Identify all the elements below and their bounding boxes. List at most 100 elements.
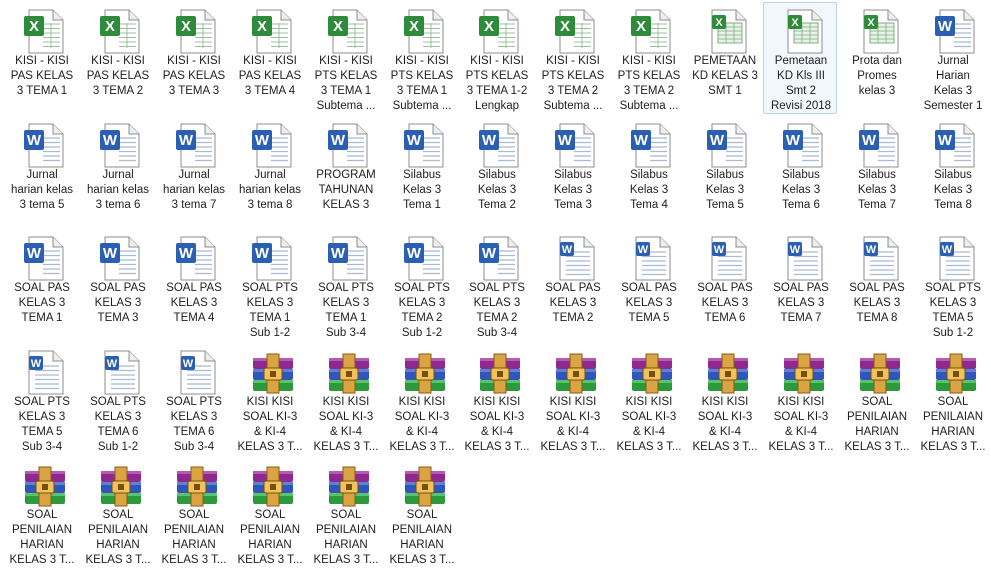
word-docx-file-icon: W (711, 236, 747, 281)
winrar-archive-icon (708, 353, 748, 394)
file-item[interactable]: KISI KISI SOAL KI-3 & KI-4 KELAS 3 T... (687, 343, 761, 455)
file-item[interactable]: X KISI - KISI PAS KELAS 3 TEMA 1 (4, 2, 78, 114)
file-name-label: Silabus Kelas 3 Tema 3 (553, 169, 593, 211)
file-item[interactable]: W Silabus Kelas 3 Tema 8 (915, 116, 989, 228)
file-item[interactable]: W Silabus Kelas 3 Tema 1 (384, 116, 458, 228)
svg-text:W: W (103, 132, 118, 149)
file-item[interactable]: W SOAL PTS KELAS 3 TEMA 1 Sub 3-4 (308, 229, 382, 341)
file-name-label: Jurnal harian kelas 3 tema 6 (86, 169, 149, 211)
excel-file-icon: X (252, 9, 292, 54)
word-file-icon: W (24, 236, 64, 281)
file-item[interactable]: KISI KISI SOAL KI-3 & KI-4 KELAS 3 T... (535, 343, 609, 455)
file-name-label: Silabus Kelas 3 Tema 7 (857, 169, 897, 211)
file-item[interactable]: W SOAL PTS KELAS 3 TEMA 2 Sub 1-2 (384, 229, 458, 341)
file-name-label: KISI - KISI PTS KELAS 3 TEMA 1-2 Lengkap (465, 55, 529, 112)
svg-text:X: X (636, 18, 646, 35)
file-item[interactable]: W Jurnal harian kelas 3 tema 8 (232, 116, 306, 228)
file-item[interactable]: X KISI - KISI PAS KELAS 3 TEMA 4 (232, 2, 306, 114)
file-name-label: Pemetaan KD Kls III Smt 2 Revisi 2018 (770, 55, 832, 112)
file-item[interactable]: W SOAL PTS KELAS 3 TEMA 6 Sub 1-2 (80, 343, 154, 455)
file-name-label: SOAL PTS KELAS 3 TEMA 2 Sub 1-2 (394, 282, 450, 339)
file-item[interactable]: KISI KISI SOAL KI-3 & KI-4 KELAS 3 T... (308, 343, 382, 455)
svg-text:X: X (560, 18, 570, 35)
word-file-icon: W (176, 123, 216, 168)
word-file-icon: W (100, 123, 140, 168)
file-item[interactable]: W SOAL PTS KELAS 3 TEMA 2 Sub 3-4 (459, 229, 533, 341)
file-item[interactable]: W Silabus Kelas 3 Tema 6 (763, 116, 837, 228)
file-item[interactable]: W Silabus Kelas 3 Tema 3 (535, 116, 609, 228)
file-name-label: SOAL PTS KELAS 3 TEMA 1 Sub 3-4 (318, 282, 374, 339)
svg-text:X: X (105, 18, 115, 35)
svg-text:W: W (562, 244, 573, 256)
file-item[interactable]: SOAL PENILAIAN HARIAN KELAS 3 T... (384, 456, 458, 568)
file-item[interactable]: X PEMETAAN KD KELAS 3 SMT 1 (687, 2, 761, 114)
file-item[interactable]: SOAL PENILAIAN HARIAN KELAS 3 T... (915, 343, 989, 455)
file-name-label: SOAL PTS KELAS 3 TEMA 2 Sub 3-4 (469, 282, 525, 339)
file-item[interactable]: W SOAL PTS KELAS 3 TEMA 1 Sub 1-2 (232, 229, 306, 341)
file-item[interactable]: W Jurnal harian kelas 3 tema 7 (156, 116, 230, 228)
file-name-label: Silabus Kelas 3 Tema 6 (781, 169, 821, 211)
file-item[interactable]: SOAL PENILAIAN HARIAN KELAS 3 T... (156, 456, 230, 568)
file-item[interactable]: X KISI - KISI PTS KELAS 3 TEMA 2 Subtema … (611, 2, 685, 114)
file-item[interactable]: W Jurnal Harian Kelas 3 Semester 1 (915, 2, 989, 114)
file-name-label: SOAL PENILAIAN HARIAN KELAS 3 T... (920, 396, 986, 453)
excel-file-icon: X (328, 9, 368, 54)
svg-text:X: X (484, 18, 494, 35)
file-item[interactable]: W SOAL PAS KELAS 3 TEMA 7 (763, 229, 837, 341)
file-item[interactable]: SOAL PENILAIAN HARIAN KELAS 3 T... (80, 456, 154, 568)
file-name-label: KISI KISI SOAL KI-3 & KI-4 KELAS 3 T... (313, 396, 379, 453)
file-item[interactable]: SOAL PENILAIAN HARIAN KELAS 3 T... (308, 456, 382, 568)
word-docx-file-icon: W (104, 350, 140, 395)
file-item[interactable]: W SOAL PTS KELAS 3 TEMA 5 Sub 3-4 (4, 343, 78, 455)
file-item[interactable]: W SOAL PAS KELAS 3 TEMA 8 (839, 229, 913, 341)
word-file-icon: W (859, 123, 899, 168)
file-item[interactable]: SOAL PENILAIAN HARIAN KELAS 3 T... (839, 343, 913, 455)
file-item[interactable]: X KISI - KISI PTS KELAS 3 TEMA 1 Subtema … (384, 2, 458, 114)
file-item[interactable]: W Jurnal harian kelas 3 tema 5 (4, 116, 78, 228)
file-item[interactable]: W SOAL PTS KELAS 3 TEMA 5 Sub 1-2 (915, 229, 989, 341)
file-item[interactable]: SOAL PENILAIAN HARIAN KELAS 3 T... (4, 456, 78, 568)
file-name-label: SOAL PENILAIAN HARIAN KELAS 3 T... (844, 396, 910, 453)
file-item[interactable]: W PROGRAM TAHUNAN KELAS 3 (308, 116, 382, 228)
file-item[interactable]: W Silabus Kelas 3 Tema 7 (839, 116, 913, 228)
file-item[interactable]: X KISI - KISI PAS KELAS 3 TEMA 2 (80, 2, 154, 114)
file-item[interactable]: W SOAL PAS KELAS 3 TEMA 3 (80, 229, 154, 341)
file-name-label: KISI - KISI PTS KELAS 3 TEMA 1 Subtema .… (314, 55, 378, 112)
file-item[interactable]: W SOAL PAS KELAS 3 TEMA 1 (4, 229, 78, 341)
file-item[interactable]: X KISI - KISI PAS KELAS 3 TEMA 3 (156, 2, 230, 114)
winrar-archive-icon (936, 353, 976, 394)
file-item[interactable]: KISI KISI SOAL KI-3 & KI-4 KELAS 3 T... (763, 343, 837, 455)
winrar-archive-icon (480, 353, 520, 394)
file-name-label: KISI - KISI PAS KELAS 3 TEMA 3 (162, 55, 226, 97)
file-item[interactable]: W SOAL PTS KELAS 3 TEMA 6 Sub 3-4 (156, 343, 230, 455)
file-item[interactable]: X KISI - KISI PTS KELAS 3 TEMA 1-2 Lengka… (459, 2, 533, 114)
file-item[interactable]: X Prota dan Promes kelas 3 (839, 2, 913, 114)
file-item[interactable]: W Silabus Kelas 3 Tema 2 (459, 116, 533, 228)
file-name-label: SOAL PAS KELAS 3 TEMA 5 (621, 282, 677, 324)
word-file-icon: W (935, 123, 975, 168)
file-item[interactable]: KISI KISI SOAL KI-3 & KI-4 KELAS 3 T... (611, 343, 685, 455)
winrar-archive-icon (253, 466, 293, 507)
svg-text:W: W (942, 244, 953, 256)
file-item[interactable]: W SOAL PAS KELAS 3 TEMA 4 (156, 229, 230, 341)
file-item[interactable]: KISI KISI SOAL KI-3 & KI-4 KELAS 3 T... (232, 343, 306, 455)
word-file-icon: W (328, 123, 368, 168)
file-item[interactable]: W SOAL PAS KELAS 3 TEMA 2 (535, 229, 609, 341)
file-item[interactable]: W Silabus Kelas 3 Tema 5 (687, 116, 761, 228)
file-item[interactable]: KISI KISI SOAL KI-3 & KI-4 KELAS 3 T... (384, 343, 458, 455)
file-item[interactable]: X KISI - KISI PTS KELAS 3 TEMA 2 Subtema … (535, 2, 609, 114)
file-item[interactable]: W SOAL PAS KELAS 3 TEMA 5 (611, 229, 685, 341)
file-item[interactable]: W Silabus Kelas 3 Tema 4 (611, 116, 685, 228)
file-name-label: SOAL PAS KELAS 3 TEMA 8 (849, 282, 905, 324)
file-item[interactable]: X Pemetaan KD Kls III Smt 2 Revisi 2018 (763, 2, 837, 114)
file-item[interactable]: W Jurnal harian kelas 3 tema 6 (80, 116, 154, 228)
word-docx-file-icon: W (635, 236, 671, 281)
file-item[interactable]: W SOAL PAS KELAS 3 TEMA 6 (687, 229, 761, 341)
word-file-icon: W (783, 123, 823, 168)
svg-text:W: W (183, 358, 194, 370)
word-docx-file-icon: W (939, 236, 975, 281)
file-item[interactable]: KISI KISI SOAL KI-3 & KI-4 KELAS 3 T... (459, 343, 533, 455)
file-item[interactable]: X KISI - KISI PTS KELAS 3 TEMA 1 Subtema … (308, 2, 382, 114)
svg-text:W: W (179, 132, 194, 149)
file-item[interactable]: SOAL PENILAIAN HARIAN KELAS 3 T... (232, 456, 306, 568)
